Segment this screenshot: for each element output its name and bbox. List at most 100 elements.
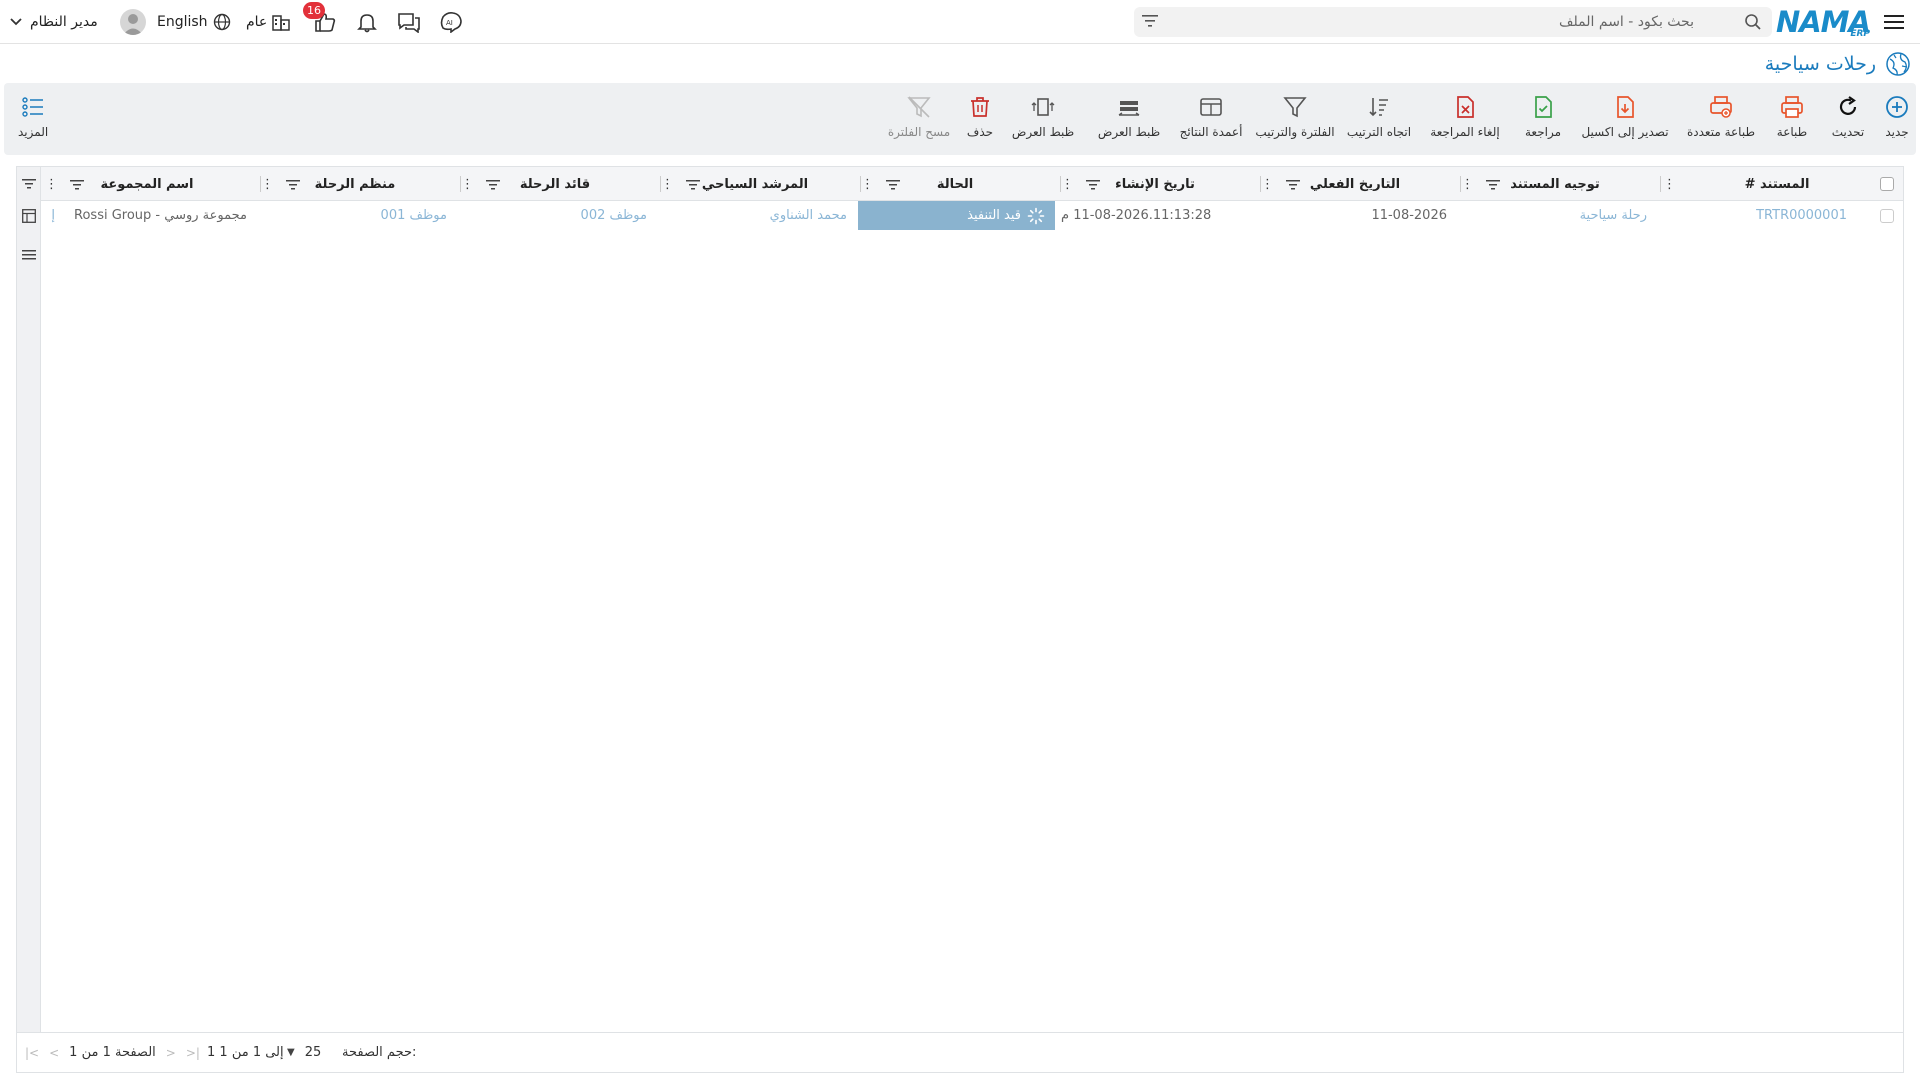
header-tour-guide[interactable]: المرشد السياحي ⋮ <box>655 167 855 201</box>
filter-sort-button[interactable]: الفلترة والترتيب <box>1255 83 1335 155</box>
cell-trip-organizer[interactable]: موظف 001 <box>261 201 447 230</box>
column-menu-icon[interactable]: ⋮ <box>661 177 674 192</box>
header-trip-leader[interactable]: قائد الرحلة ⋮ <box>455 167 655 201</box>
column-separator[interactable] <box>1660 176 1661 192</box>
adjust-view-label-2: ظبط العرض <box>1011 125 1075 139</box>
chat-button[interactable] <box>395 0 423 44</box>
select-all-cell <box>1877 167 1897 201</box>
page-size-select[interactable]: ▼ 25 <box>287 1045 321 1060</box>
export-excel-button[interactable]: تصدير إلى اكسيل <box>1580 83 1670 155</box>
ai-assistant-icon: AI <box>440 12 462 33</box>
result-columns-button[interactable]: أعمدة النتائج <box>1178 83 1244 155</box>
search-input[interactable] <box>1134 8 1694 36</box>
logo-sub: ERP <box>1850 29 1870 39</box>
column-filter-icon[interactable] <box>1486 179 1500 191</box>
column-separator[interactable] <box>1260 176 1261 192</box>
approvals-button[interactable]: 16 <box>303 0 339 44</box>
header-doc-direction[interactable]: توجيه المستند ⋮ <box>1455 167 1655 201</box>
delete-button[interactable]: حذف <box>964 83 996 155</box>
ai-assistant-button[interactable]: AI <box>437 0 465 44</box>
column-filter-icon[interactable] <box>1086 179 1100 191</box>
column-filter-icon[interactable] <box>686 179 700 191</box>
multi-print-button[interactable]: طباعة متعددة <box>1684 83 1758 155</box>
avatar <box>119 9 146 35</box>
header-status[interactable]: الحالة ⋮ <box>855 167 1055 201</box>
notifications-button[interactable] <box>353 0 381 44</box>
cell-doc-direction[interactable]: رحلة سياحية <box>1461 201 1647 230</box>
multi-printer-icon <box>1710 96 1732 118</box>
column-separator[interactable] <box>860 176 861 192</box>
select-all-checkbox[interactable] <box>1880 177 1894 191</box>
cancel-review-button[interactable]: إلغاء المراجعة <box>1428 83 1502 155</box>
column-separator[interactable] <box>660 176 661 192</box>
company-switcher[interactable]: عام <box>246 0 291 44</box>
cell-trip-leader[interactable]: موظف 002 <box>461 201 647 230</box>
column-separator[interactable] <box>1460 176 1461 192</box>
first-page-icon[interactable]: |< <box>25 1046 39 1060</box>
column-menu-icon[interactable]: ⋮ <box>45 177 58 192</box>
column-menu-icon[interactable]: ⋮ <box>461 177 474 192</box>
filter-off-icon <box>907 96 931 118</box>
clear-filter-button[interactable]: مسح الفلترة <box>888 83 950 155</box>
cell-status: قيد التنفيذ <box>858 201 1055 230</box>
user-menu[interactable]: مدير النظام <box>10 0 146 44</box>
column-separator[interactable] <box>460 176 461 192</box>
header-trip-organizer[interactable]: منظم الرحلة ⋮ <box>255 167 455 201</box>
main-menu-button[interactable] <box>1882 0 1906 44</box>
header-actual-date[interactable]: التاريخ الفعلي ⋮ <box>1255 167 1455 201</box>
column-menu-icon[interactable]: ⋮ <box>1261 177 1274 192</box>
grid-menu-toggle[interactable] <box>21 247 37 263</box>
chat-icon <box>398 13 420 33</box>
header-group-name[interactable]: اسم المجموعة ⋮ <box>39 167 255 201</box>
page-size-value: 25 <box>304 1045 322 1060</box>
cell-doc-no[interactable]: TRTR0000001 <box>1661 201 1847 230</box>
hamburger-icon <box>1884 15 1904 29</box>
header-created-date[interactable]: تاريخ الإنشاء ⋮ <box>1055 167 1255 201</box>
cell-extra[interactable]: إ <box>39 201 55 230</box>
prev-page-icon[interactable]: < <box>49 1046 59 1060</box>
search-filter-icon[interactable] <box>1142 14 1158 32</box>
last-page-icon[interactable]: >| <box>186 1046 200 1060</box>
header-doc-no-label: # المستند <box>1744 176 1810 192</box>
refresh-label: تحديث <box>1831 125 1865 139</box>
search-icon[interactable] <box>1744 13 1762 35</box>
table-row[interactable]: TRTR0000001 رحلة سياحية 11-08-2026 11-08… <box>41 201 1903 230</box>
more-button[interactable]: المزيد <box>18 83 48 155</box>
new-button[interactable]: جديد <box>1878 83 1916 155</box>
column-menu-icon[interactable]: ⋮ <box>261 177 274 192</box>
column-separator[interactable] <box>260 176 261 192</box>
header-doc-no[interactable]: # المستند ⋮ <box>1661 167 1861 201</box>
page-indicator: الصفحة 1 من 1 <box>69 1045 156 1060</box>
next-page-icon[interactable]: > <box>166 1046 176 1060</box>
column-filter-icon[interactable] <box>286 179 300 191</box>
column-menu-icon[interactable]: ⋮ <box>1461 177 1474 192</box>
row-checkbox[interactable] <box>1880 208 1894 223</box>
sort-direction-button[interactable]: اتجاه الترتيب <box>1346 83 1412 155</box>
column-menu-icon[interactable]: ⋮ <box>1663 177 1676 192</box>
globe-icon <box>213 13 230 31</box>
funnel-icon <box>1283 97 1307 118</box>
refresh-icon <box>1839 96 1857 115</box>
column-filter-icon[interactable] <box>70 179 84 191</box>
column-menu-icon[interactable]: ⋮ <box>861 177 874 192</box>
page-navigation: |< < الصفحة 1 من 1 > >| <box>25 1045 200 1060</box>
column-filter-icon[interactable] <box>886 179 900 191</box>
print-button[interactable]: طباعة <box>1770 83 1814 155</box>
fit-columns-icon <box>1118 101 1140 116</box>
refresh-button[interactable]: تحديث <box>1826 83 1870 155</box>
trash-icon <box>971 97 989 117</box>
printer-icon <box>1781 96 1803 118</box>
review-button[interactable]: مراجعة <box>1520 83 1566 155</box>
column-menu-icon[interactable]: ⋮ <box>1061 177 1074 192</box>
grid-filter-toggle[interactable] <box>21 176 37 192</box>
page-size-label: حجم الصفحة: <box>342 1045 417 1060</box>
column-separator[interactable] <box>1060 176 1061 192</box>
table-icon <box>22 209 36 223</box>
adjust-view-button-1[interactable]: ظبط العرض <box>1098 83 1160 155</box>
column-filter-icon[interactable] <box>1286 179 1300 191</box>
column-filter-icon[interactable] <box>486 179 500 191</box>
cell-tour-guide[interactable]: محمد الشناوي <box>661 201 847 230</box>
grid-columns-panel-toggle[interactable] <box>21 208 37 224</box>
language-switcher[interactable]: English <box>157 0 231 44</box>
adjust-view-button-2[interactable]: ظبط العرض <box>1012 83 1074 155</box>
